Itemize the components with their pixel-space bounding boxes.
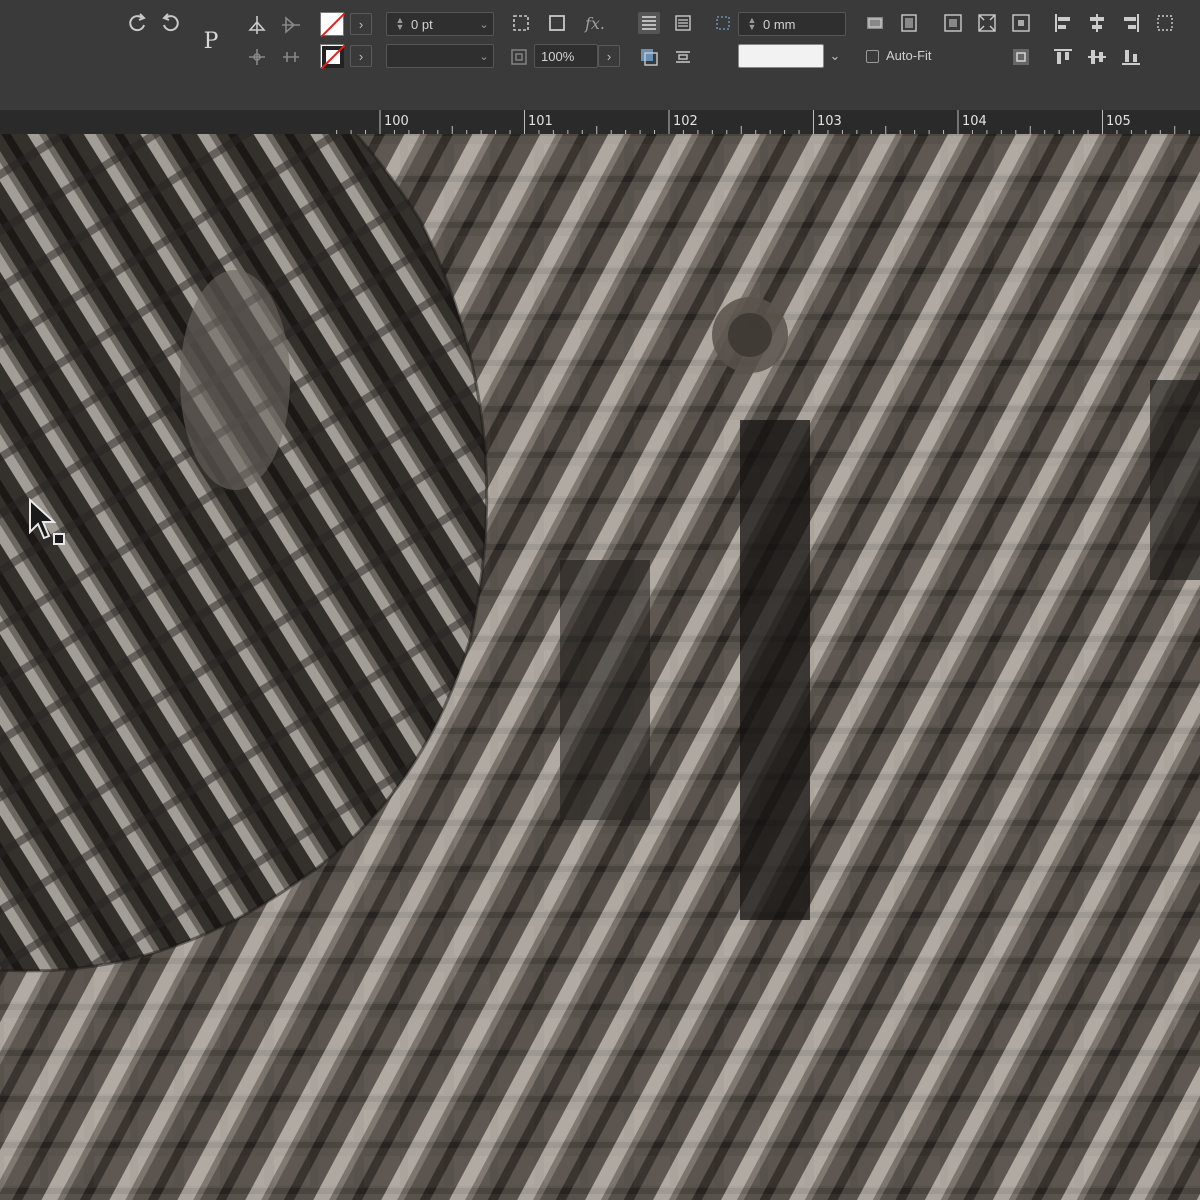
wrap-offset-icon xyxy=(712,12,734,34)
ruler-label: 104 xyxy=(962,114,987,129)
fit-content-to-frame-icon[interactable] xyxy=(976,12,998,34)
ruler-label: 102 xyxy=(673,114,698,129)
wrap-bounding-box-icon[interactable] xyxy=(638,12,660,34)
rotate-clockwise-icon[interactable] xyxy=(126,12,148,34)
ruler-label: 101 xyxy=(528,114,553,129)
select-container-icon[interactable] xyxy=(246,46,268,68)
frame-fitting-icon[interactable] xyxy=(510,12,532,34)
align-vertical-centers-icon[interactable] xyxy=(1086,46,1108,68)
ruler-label: 105 xyxy=(1106,114,1131,129)
stroke-weight-stepper[interactable]: ▲ ▼ xyxy=(393,16,407,32)
rotate-counterclockwise-icon[interactable] xyxy=(160,12,182,34)
corner-shape-icon[interactable] xyxy=(546,12,568,34)
effects-fx-icon[interactable]: fx. xyxy=(580,12,610,34)
chevron-down-icon[interactable]: ⌄ xyxy=(475,18,493,31)
stroke-type-select[interactable]: ⌄ xyxy=(386,44,494,68)
wrap-around-shape-icon[interactable] xyxy=(672,12,694,34)
flip-vertical-icon[interactable] xyxy=(280,14,302,36)
center-content-icon[interactable] xyxy=(1010,12,1032,34)
control-bar: P › › ▲ ▼ 0 pt ⌄ ⌄ fx. 100% › ▲ ▼ 0 mm ⌄… xyxy=(0,0,1200,111)
stroke-style-preview[interactable] xyxy=(738,44,824,68)
jump-object-icon[interactable] xyxy=(672,46,694,68)
auto-fit-label: Auto-Fit xyxy=(886,48,932,63)
offset-field[interactable]: ▲ ▼ 0 mm xyxy=(738,12,846,36)
document-canvas[interactable] xyxy=(0,0,1200,1200)
fill-menu-arrow[interactable]: › xyxy=(350,13,372,35)
offset-stepper[interactable]: ▲ ▼ xyxy=(745,16,759,32)
scale-field[interactable]: 100% xyxy=(534,44,598,68)
chevron-down-icon[interactable]: ⌄ xyxy=(475,50,493,63)
fill-frame-proportionally-icon[interactable] xyxy=(864,12,886,34)
fill-swatch[interactable] xyxy=(320,12,346,38)
select-content-icon[interactable] xyxy=(280,46,302,68)
stroke-weight-field[interactable]: ▲ ▼ 0 pt ⌄ xyxy=(386,12,494,36)
horizontal-ruler[interactable]: 100 101 102 103 104 105 xyxy=(0,110,1200,134)
align-right-edges-icon[interactable] xyxy=(1120,12,1142,34)
paragraph-reference-point-icon[interactable]: P xyxy=(194,24,228,58)
fit-content-proportionally-icon[interactable] xyxy=(898,12,920,34)
align-left-edges-icon[interactable] xyxy=(1052,12,1074,34)
drop-shadow-icon[interactable] xyxy=(638,46,660,68)
align-top-edges-icon[interactable] xyxy=(1052,46,1074,68)
align-bottom-edges-icon[interactable] xyxy=(1120,46,1142,68)
ruler-ticks xyxy=(336,110,1190,134)
flip-horizontal-icon[interactable] xyxy=(246,14,268,36)
chevron-down-icon[interactable]: ⌄ xyxy=(824,45,846,67)
fit-frame-to-content-icon[interactable] xyxy=(942,12,964,34)
content-aware-fit-icon[interactable] xyxy=(1010,46,1032,68)
auto-fit-checkbox[interactable] xyxy=(866,50,879,63)
scale-menu-arrow[interactable]: › xyxy=(598,45,620,67)
ruler-label: 103 xyxy=(817,114,842,129)
ruler-label: 100 xyxy=(384,114,409,129)
scale-icon xyxy=(508,46,530,68)
direct-selection-cursor-icon xyxy=(29,498,65,545)
distribute-icon[interactable] xyxy=(1154,12,1176,34)
stroke-menu-arrow[interactable]: › xyxy=(350,45,372,67)
stroke-swatch[interactable] xyxy=(320,44,346,70)
align-horizontal-centers-icon[interactable] xyxy=(1086,12,1108,34)
